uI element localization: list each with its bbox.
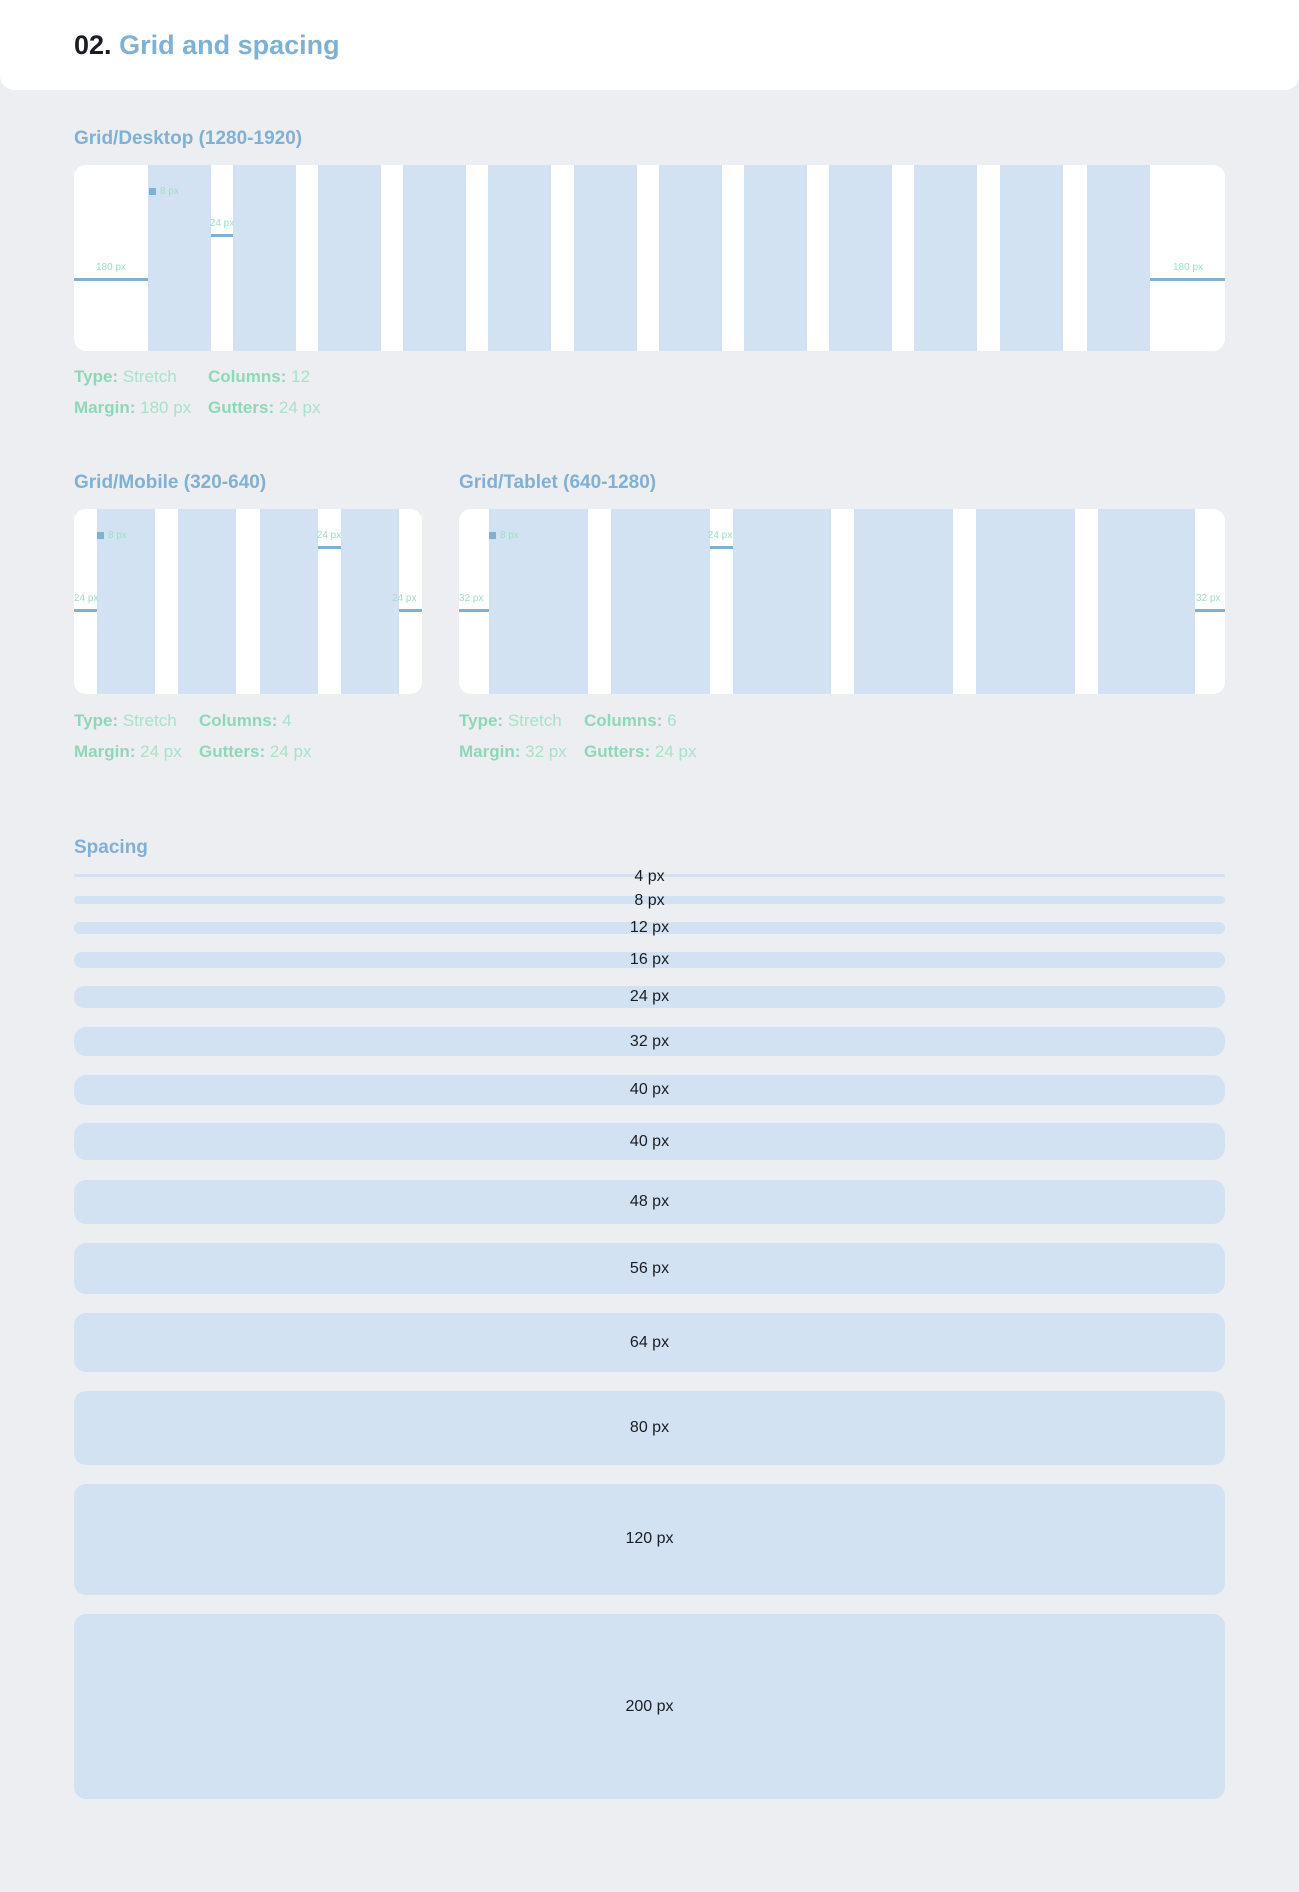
spacing-label: 8 px xyxy=(634,892,665,909)
spacing-label: 32 px xyxy=(629,1033,670,1050)
grid-column xyxy=(488,165,551,351)
section-title: Grid and spacing xyxy=(119,30,340,60)
grid-column xyxy=(148,165,211,351)
section-number: 02. xyxy=(74,30,112,60)
margin-left-label: 24 px xyxy=(74,593,99,604)
margin-right-marker xyxy=(1195,609,1225,612)
mobile-grid-title: Grid/Mobile (320-640) xyxy=(74,472,267,493)
column-marker xyxy=(97,532,104,539)
tablet-type-info: Type: Stretch xyxy=(459,711,562,730)
grid-column xyxy=(611,509,710,694)
margin-left-label: 180 px xyxy=(95,262,127,273)
grid-column xyxy=(854,509,953,694)
gutter-marker xyxy=(710,546,733,549)
margin-right-marker xyxy=(399,609,422,612)
mobile-type-info: Type: Stretch xyxy=(74,711,177,730)
column-marker xyxy=(149,188,156,195)
desktop-margin-info: Margin: 180 px xyxy=(74,398,192,417)
grid-column xyxy=(233,165,296,351)
tablet-margin-info: Margin: 32 px xyxy=(459,742,567,761)
mobile-gutters-info: Gutters: 24 px xyxy=(199,742,312,761)
margin-right-label: 24 px xyxy=(392,593,417,604)
column-width-label: 8 px xyxy=(500,530,519,541)
column-width-label: 8 px xyxy=(160,186,179,197)
margin-left-marker xyxy=(459,609,489,612)
spacing-label: 24 px xyxy=(629,988,670,1005)
margin-right-label: 180 px xyxy=(1172,262,1204,273)
desktop-type-info: Type: Stretch xyxy=(74,367,177,386)
tablet-grid-preview: 8 px 24 px 32 px 32 px xyxy=(459,509,1225,694)
spacing-label: 48 px xyxy=(629,1193,670,1210)
margin-left-label: 32 px xyxy=(459,593,484,604)
margin-right-marker xyxy=(1150,278,1225,281)
spacing-label: 80 px xyxy=(629,1419,670,1436)
grid-column xyxy=(829,165,892,351)
tablet-columns-info: Columns: 6 xyxy=(584,711,677,730)
grid-column xyxy=(403,165,466,351)
column-width-label: 8 px xyxy=(108,530,127,541)
mobile-margin-info: Margin: 24 px xyxy=(74,742,182,761)
grid-column xyxy=(341,509,399,694)
spacing-title: Spacing xyxy=(74,837,148,858)
spacing-label: 64 px xyxy=(629,1334,670,1351)
grid-column xyxy=(260,509,318,694)
mobile-columns-info: Columns: 4 xyxy=(199,711,292,730)
grid-column xyxy=(1098,509,1195,694)
spacing-label: 200 px xyxy=(625,1698,674,1715)
spacing-label: 40 px xyxy=(629,1133,670,1150)
gutter-width-label: 24 px xyxy=(209,218,235,229)
grid-column xyxy=(318,165,381,351)
desktop-gutters-info: Gutters: 24 px xyxy=(208,398,321,417)
gutter-marker xyxy=(318,546,341,549)
gutter-width-label: 24 px xyxy=(707,530,733,541)
grid-column xyxy=(1087,165,1150,351)
margin-right-label: 32 px xyxy=(1196,593,1221,604)
grid-column xyxy=(744,165,807,351)
spacing-label: 16 px xyxy=(629,951,670,968)
margin-left-marker xyxy=(74,278,148,281)
grid-column xyxy=(733,509,831,694)
desktop-grid-preview: 8 px 24 px 180 px 180 px xyxy=(74,165,1225,351)
spacing-label: 40 px xyxy=(629,1081,670,1098)
grid-column xyxy=(1000,165,1063,351)
mobile-grid-preview: 8 px 24 px 24 px 24 px xyxy=(74,509,422,694)
spacing-label: 120 px xyxy=(625,1530,674,1547)
grid-column xyxy=(914,165,977,351)
page-header: 02. Grid and spacing xyxy=(0,0,1299,90)
tablet-gutters-info: Gutters: 24 px xyxy=(584,742,697,761)
desktop-columns-info: Columns: 12 xyxy=(208,367,311,386)
gutter-width-label: 24 px xyxy=(316,530,342,541)
grid-column xyxy=(178,509,236,694)
column-marker xyxy=(489,532,496,539)
tablet-grid-title: Grid/Tablet (640-1280) xyxy=(459,472,657,493)
grid-column xyxy=(574,165,637,351)
desktop-grid-title: Grid/Desktop (1280-1920) xyxy=(74,128,303,149)
grid-column xyxy=(976,509,1075,694)
grid-column xyxy=(659,165,722,351)
spacing-label: 12 px xyxy=(629,919,670,936)
page-title: 02. Grid and spacing xyxy=(74,28,340,62)
spacing-label: 4 px xyxy=(634,868,665,885)
spacing-label: 56 px xyxy=(629,1260,670,1277)
gutter-marker xyxy=(211,234,233,237)
margin-left-marker xyxy=(74,609,97,612)
